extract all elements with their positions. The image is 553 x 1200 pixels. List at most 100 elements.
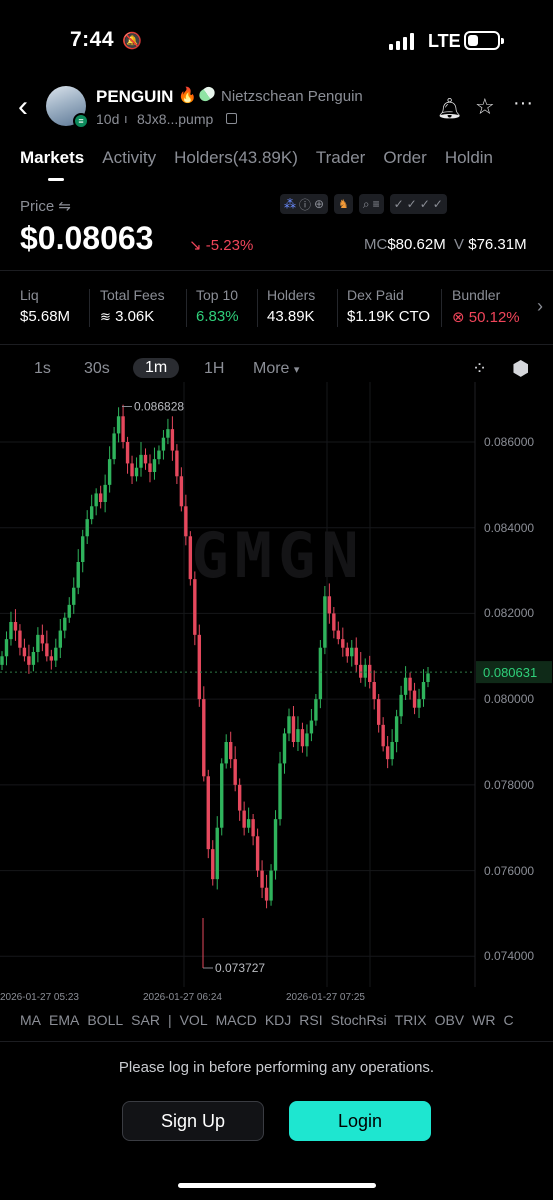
back-icon[interactable]: ‹ (18, 92, 28, 122)
audit-chip-checks[interactable]: ✓ ✓ ✓ ✓ (389, 194, 447, 214)
candle-body (385, 746, 390, 760)
separator: ı (124, 111, 128, 126)
price-change: ↘ -5.23% (189, 237, 254, 254)
timeframe-1h[interactable]: 1H (204, 360, 224, 378)
candle-body (45, 643, 49, 657)
candle-body (0, 656, 4, 665)
candle-body (197, 634, 202, 700)
timeframe-1m[interactable]: 1m (133, 358, 180, 378)
login-button[interactable]: Login (289, 1101, 431, 1141)
candle-body (130, 463, 134, 477)
candle-body (9, 622, 13, 640)
candle-body (237, 784, 242, 811)
tab-order[interactable]: Order (383, 148, 426, 168)
swap-icon[interactable]: ⇋ (58, 198, 71, 215)
price-value: $0.08063 (20, 220, 154, 256)
settings-hex-icon[interactable]: ⬢ (512, 356, 529, 381)
indicator-separator: | (167, 1012, 172, 1028)
y-tick-label: 0.078000 (484, 777, 535, 792)
x-tick-label: 2026-01-27 06:24 (143, 992, 222, 1003)
candle-body (305, 733, 309, 747)
candle-body (296, 729, 300, 742)
chart-style-icon[interactable]: ⁘ (472, 358, 487, 379)
candle-body (421, 682, 426, 700)
tab-bar: Markets Activity Holders(43.89K) Trader … (20, 148, 553, 168)
indicator-kdj[interactable]: KDJ (265, 1012, 291, 1028)
tab-holdings[interactable]: Holdin (445, 148, 493, 168)
y-tick-label: 0.082000 (484, 606, 535, 621)
tab-markets[interactable]: Markets (20, 148, 84, 168)
candle-body (103, 484, 107, 502)
caret-down-icon: ▾ (293, 364, 300, 376)
info-icon: ⓘ (299, 197, 312, 212)
indicator-stochrsi[interactable]: StochRsi (331, 1012, 387, 1028)
timeframe-30s[interactable]: 30s (84, 360, 110, 378)
candle-body (134, 467, 139, 477)
audit-chip-links[interactable]: ⁂ ⓘ ⊕ (280, 194, 329, 214)
indicator-ma[interactable]: MA (20, 1012, 41, 1028)
audit-chip-fox[interactable]: ♞ (334, 194, 353, 214)
price-chart[interactable]: GMGN 0.086828 0.073727 0.080631 (0, 382, 553, 990)
timeframe-1s[interactable]: 1s (34, 360, 51, 378)
indicator-trix[interactable]: TRIX (395, 1012, 427, 1028)
indicator-sar[interactable]: SAR (131, 1012, 160, 1028)
candle-body (49, 656, 54, 661)
candle-body (188, 536, 193, 580)
candle-body (412, 690, 417, 708)
bell-off-icon: 🔕 (122, 33, 142, 50)
stat-total-fees: Total Fees ≋ 3.06K (100, 287, 165, 325)
candle-body (22, 647, 27, 657)
sign-up-button[interactable]: Sign Up (122, 1101, 264, 1141)
candle-body (18, 630, 22, 648)
list-icon: ≡ (372, 197, 380, 211)
timeframe-more[interactable]: More ▾ (253, 360, 299, 378)
candle-body (394, 716, 399, 742)
indicator-obv[interactable]: OBV (435, 1012, 465, 1028)
candle-body (255, 836, 260, 871)
indicator-wr[interactable]: WR (472, 1012, 495, 1028)
candle-body (67, 604, 71, 618)
indicator-c[interactable]: C (503, 1012, 513, 1028)
candle-body (206, 776, 210, 850)
home-indicator[interactable] (178, 1183, 376, 1188)
copy-icon[interactable] (226, 113, 237, 124)
candle-body (264, 887, 269, 901)
candle-body (314, 699, 318, 721)
indicator-macd[interactable]: MACD (216, 1012, 257, 1028)
divider (0, 270, 553, 271)
indicator-ema[interactable]: EMA (49, 1012, 79, 1028)
bell-icon[interactable]: 🔔︎ (437, 96, 462, 121)
candle-body (291, 716, 296, 742)
tab-trader[interactable]: Trader (316, 148, 365, 168)
token-address[interactable]: 8Jx8...pump (137, 111, 213, 127)
candle-body (233, 759, 237, 785)
candle-body (175, 450, 179, 477)
low-label: 0.073727 (215, 961, 265, 975)
network-label: LTE (428, 31, 461, 51)
audit-chip-search[interactable]: ⌕ ≡ (358, 194, 384, 214)
candle-body (408, 677, 412, 691)
x-tick-label: 2026-01-27 07:25 (286, 992, 365, 1003)
chevron-right-icon[interactable]: › (537, 296, 543, 317)
current-price-label: 0.080631 (483, 665, 537, 680)
stat-top10: Top 10 6.83% (196, 287, 239, 325)
y-tick-label: 0.084000 (484, 520, 535, 535)
candle-body (403, 677, 408, 695)
candle-body (363, 664, 367, 678)
tab-holders[interactable]: Holders(43.89K) (174, 148, 298, 168)
candle-body (327, 596, 332, 614)
candle-body (426, 673, 430, 682)
arrow-down-right-icon: ↘ (189, 237, 202, 254)
indicator-vol[interactable]: VOL (180, 1012, 208, 1028)
price-label: Price ⇋ (20, 198, 71, 215)
candle-body (184, 506, 188, 537)
candle-body (4, 639, 9, 657)
indicator-rsi[interactable]: RSI (299, 1012, 322, 1028)
tab-activity[interactable]: Activity (102, 148, 156, 168)
check-icon: ✓ (419, 197, 430, 211)
more-icon[interactable]: ··· (513, 92, 533, 115)
indicator-boll[interactable]: BOLL (87, 1012, 123, 1028)
candle-body (27, 656, 31, 665)
star-icon[interactable]: ☆ (475, 94, 495, 120)
chain-badge-icon: ≡ (73, 113, 89, 129)
